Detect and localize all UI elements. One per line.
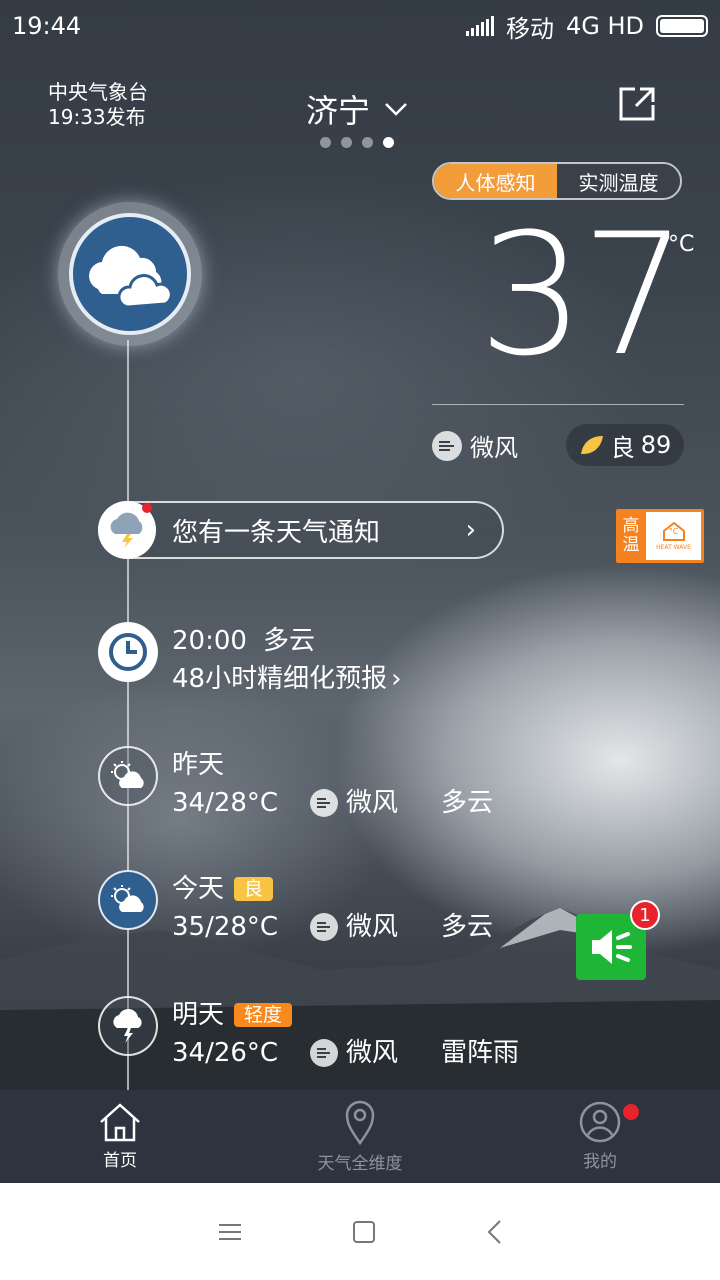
wind-icon xyxy=(310,913,338,941)
partly-cloudy-icon xyxy=(98,746,158,806)
tab-label: 我的 xyxy=(583,1152,617,1172)
heat-caption: HEAT WAVE xyxy=(656,544,691,551)
leaf-icon xyxy=(580,436,603,454)
city-name: 济宁 xyxy=(306,92,371,130)
aqi-tag: 轻度 xyxy=(234,1003,293,1027)
tab-label: 首页 xyxy=(103,1151,137,1171)
chevron-right-icon: › xyxy=(465,515,476,545)
day-condition: 雷阵雨 xyxy=(441,1038,520,1068)
aqi-value: 89 xyxy=(640,431,672,459)
wind-icon xyxy=(310,789,338,817)
current-wind-label: 微风 xyxy=(470,434,518,462)
timeline-line xyxy=(127,340,129,1090)
share-icon[interactable] xyxy=(618,86,656,122)
current-temperature: 37 xyxy=(478,197,688,393)
measured-temp-tab[interactable]: 实测温度 xyxy=(557,164,680,198)
clock-icon xyxy=(98,622,158,682)
heat-title-1: 高 xyxy=(622,516,640,536)
hourly-forecast-link[interactable]: 48小时精细化预报 xyxy=(172,660,387,698)
tab-home[interactable]: 首页 xyxy=(0,1090,240,1183)
hourly-forecast-row[interactable]: 20:00 多云 48小时精细化预报 › xyxy=(98,622,402,698)
day-condition: 多云 xyxy=(441,912,494,942)
thunder-notice-icon xyxy=(98,501,156,559)
signal-icon xyxy=(465,16,494,36)
chevron-down-icon xyxy=(385,103,407,116)
partly-cloudy-icon xyxy=(98,870,158,930)
tab-label: 天气全维度 xyxy=(317,1154,403,1174)
notice-dot xyxy=(142,503,152,513)
day-condition: 多云 xyxy=(441,788,494,818)
aqi-label: 良 xyxy=(610,433,635,462)
day-label: 明天 xyxy=(172,1000,225,1030)
aqi-badge[interactable]: 良 89 xyxy=(566,424,684,466)
weather-notice-banner[interactable]: 您有一条天气通知 › xyxy=(98,501,504,559)
day-label: 今天 xyxy=(172,874,225,904)
day-temp: 35/28°C xyxy=(172,912,279,942)
feel-temp-tab[interactable]: 人体感知 xyxy=(434,164,557,198)
page-dot xyxy=(362,137,373,148)
heat-warning-badge[interactable]: 高 温 °C HEAT WAVE xyxy=(616,509,704,563)
temperature-mode-toggle: 人体感知 实测温度 xyxy=(432,162,682,200)
back-icon[interactable] xyxy=(486,1219,502,1245)
notification-count-badge: 1 xyxy=(630,900,660,930)
day-wind: 微风 xyxy=(346,912,399,942)
bottom-tab-bar: 首页 天气全维度 我的 xyxy=(0,1090,720,1183)
carrier-label: 移动 xyxy=(505,14,554,43)
divider xyxy=(432,404,684,405)
system-nav-bar xyxy=(0,1183,720,1280)
source-name: 中央气象台 xyxy=(48,80,148,104)
current-weather-icon xyxy=(58,202,202,346)
speaker-icon xyxy=(592,930,632,964)
hourly-time: 20:00 xyxy=(172,626,247,656)
current-wind: 微风 xyxy=(432,428,518,463)
user-icon xyxy=(579,1101,621,1143)
wind-icon xyxy=(432,430,462,461)
voice-broadcast-button[interactable]: 1 xyxy=(576,900,660,980)
day-row-tomorrow[interactable]: 明天 轻度 34/26°C 微风 雷阵雨 xyxy=(98,996,519,1072)
temperature-unit: °C xyxy=(668,232,695,257)
day-label: 昨天 xyxy=(172,750,225,780)
page-dot xyxy=(320,137,331,148)
page-dot-active xyxy=(383,137,394,148)
hourly-condition: 多云 xyxy=(262,626,315,656)
forecast-source: 中央气象台 19:33发布 xyxy=(48,80,148,130)
tab-weather-dimensions[interactable]: 天气全维度 xyxy=(240,1090,480,1183)
network-label: 4G HD xyxy=(565,12,644,40)
chevron-right-icon: › xyxy=(391,664,402,694)
publish-time: 19:33发布 xyxy=(48,105,146,129)
heat-icon-text: °C xyxy=(668,527,679,536)
menu-icon[interactable] xyxy=(218,1222,242,1242)
tab-mine[interactable]: 我的 xyxy=(480,1090,720,1183)
day-wind: 微风 xyxy=(346,1038,399,1068)
city-selector[interactable]: 济宁 xyxy=(306,86,408,132)
battery-icon xyxy=(656,15,708,37)
day-wind: 微风 xyxy=(346,788,399,818)
status-time: 19:44 xyxy=(12,12,82,40)
status-bar: 19:44 移动 4G HD xyxy=(0,0,720,52)
location-pin-icon xyxy=(345,1100,375,1145)
home-icon xyxy=(100,1103,140,1142)
day-row-yesterday[interactable]: 昨天 34/28°C 微风 多云 xyxy=(98,746,493,822)
day-row-today[interactable]: 今天 良 35/28°C 微风 多云 xyxy=(98,870,493,946)
aqi-tag: 良 xyxy=(234,877,274,901)
heat-wave-icon: °C HEAT WAVE xyxy=(646,512,701,560)
day-temp: 34/28°C xyxy=(172,788,279,818)
page-dot xyxy=(341,137,352,148)
notice-text: 您有一条天气通知 xyxy=(172,517,381,548)
wind-icon xyxy=(310,1039,338,1067)
thunderstorm-icon xyxy=(98,996,158,1056)
heat-title-2: 温 xyxy=(622,535,640,555)
day-temp: 34/26°C xyxy=(172,1038,279,1068)
notification-dot xyxy=(623,1104,639,1120)
page-indicator xyxy=(320,137,394,148)
cloudy-icon xyxy=(89,245,173,309)
home-button-icon[interactable] xyxy=(352,1220,376,1244)
